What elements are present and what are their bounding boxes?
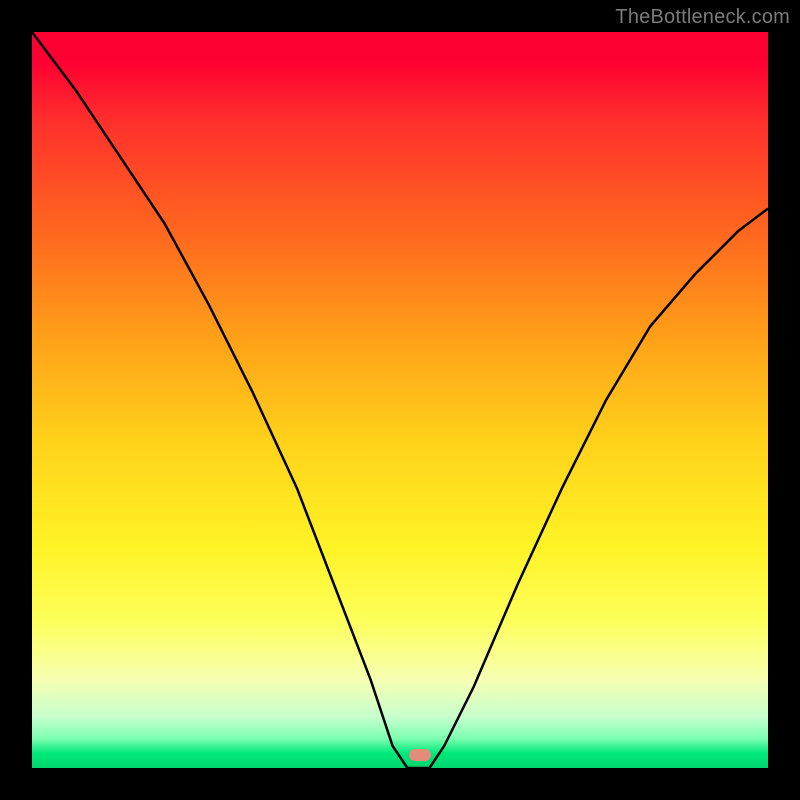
curve-path [32, 32, 768, 768]
bottleneck-curve [32, 32, 768, 768]
plot-area [32, 32, 768, 768]
watermark-text: TheBottleneck.com [615, 6, 790, 29]
chart-frame: TheBottleneck.com [0, 0, 800, 800]
min-marker-dot [409, 749, 431, 761]
